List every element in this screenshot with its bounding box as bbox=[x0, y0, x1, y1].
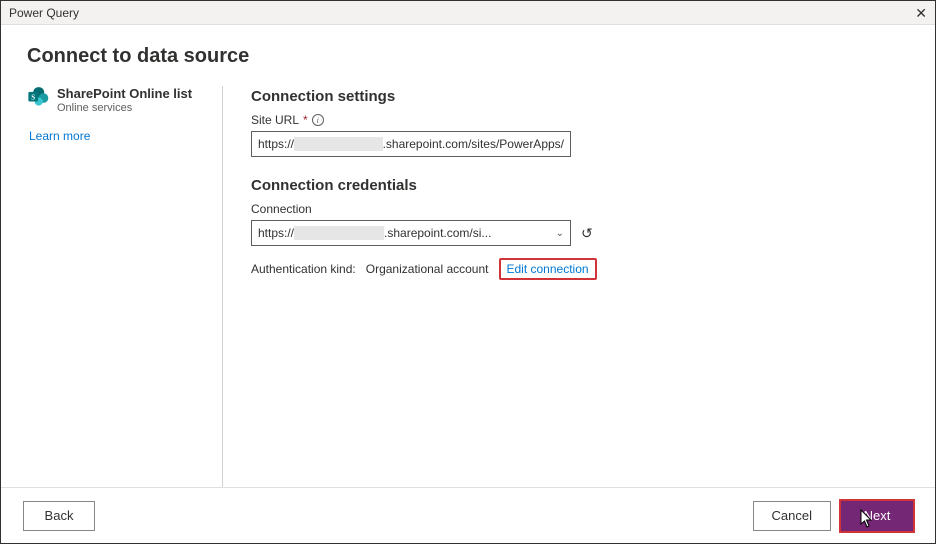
source-text: SharePoint Online list Online services bbox=[57, 86, 192, 115]
source-row: S SharePoint Online list Online services bbox=[27, 86, 206, 115]
cancel-button[interactable]: Cancel bbox=[753, 501, 831, 531]
connection-settings-heading: Connection settings bbox=[251, 88, 909, 105]
source-panel: S SharePoint Online list Online services… bbox=[27, 86, 223, 487]
required-asterisk: * bbox=[303, 113, 308, 127]
source-category: Online services bbox=[57, 102, 192, 115]
svg-text:S: S bbox=[31, 94, 35, 101]
refresh-icon[interactable]: ↻ bbox=[581, 225, 593, 242]
site-url-label: Site URL bbox=[251, 113, 299, 127]
chevron-down-icon: ⌄ bbox=[556, 228, 564, 239]
back-button[interactable]: Back bbox=[23, 501, 95, 531]
info-icon[interactable]: i bbox=[312, 114, 324, 126]
site-url-suffix: .sharepoint.com/sites/PowerApps/ bbox=[383, 137, 564, 151]
connection-label: Connection bbox=[251, 202, 909, 216]
next-button[interactable]: Next bbox=[841, 501, 913, 531]
site-url-redacted bbox=[294, 137, 383, 151]
content-area: Connect to data source S SharePoint Onli… bbox=[1, 25, 935, 487]
connection-value-suffix: .sharepoint.com/si... bbox=[384, 226, 491, 240]
settings-panel: Connection settings Site URL * i https:/… bbox=[223, 86, 909, 487]
window-title: Power Query bbox=[9, 6, 79, 20]
sharepoint-icon: S bbox=[27, 86, 49, 106]
edit-connection-link[interactable]: Edit connection bbox=[499, 258, 597, 280]
connection-redacted bbox=[294, 226, 384, 240]
connection-value-prefix: https:// bbox=[258, 226, 294, 240]
close-icon[interactable]: ✕ bbox=[915, 6, 927, 20]
page-title: Connect to data source bbox=[27, 45, 909, 68]
columns: S SharePoint Online list Online services… bbox=[27, 86, 909, 487]
site-url-prefix: https:// bbox=[258, 137, 294, 151]
auth-row: Authentication kind: Organizational acco… bbox=[251, 258, 909, 280]
auth-kind-label: Authentication kind: bbox=[251, 262, 356, 276]
learn-more-link[interactable]: Learn more bbox=[29, 129, 206, 143]
footer: Back Cancel Next bbox=[1, 487, 935, 543]
connection-row: https:// .sharepoint.com/si... ⌄ ↻ bbox=[251, 220, 909, 246]
auth-kind-value: Organizational account bbox=[366, 262, 489, 276]
connection-select[interactable]: https:// .sharepoint.com/si... ⌄ bbox=[251, 220, 571, 246]
title-bar: Power Query ✕ bbox=[1, 1, 935, 25]
site-url-input[interactable]: https:// .sharepoint.com/sites/PowerApps… bbox=[251, 131, 571, 157]
source-name: SharePoint Online list bbox=[57, 86, 192, 102]
connection-credentials-heading: Connection credentials bbox=[251, 177, 909, 194]
site-url-label-row: Site URL * i bbox=[251, 113, 909, 127]
